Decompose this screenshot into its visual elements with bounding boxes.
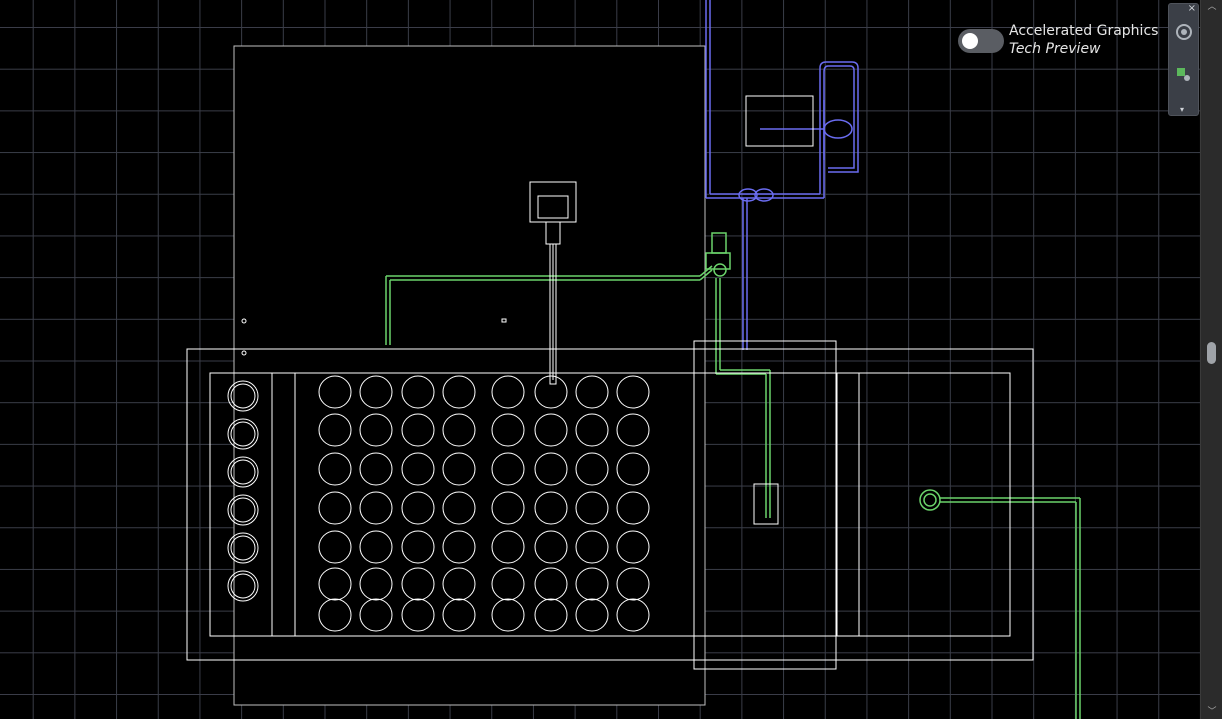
accelerated-graphics-control: Accelerated Graphics Tech Preview (958, 22, 1158, 58)
scroll-thumb[interactable] (1207, 341, 1216, 364)
blue-piping (705, 0, 859, 350)
toggle-title: Accelerated Graphics (1009, 23, 1159, 39)
navbar-close-button[interactable]: × (1188, 4, 1196, 14)
scroll-up-button[interactable]: ︿ (1206, 2, 1218, 12)
orbit-icon[interactable] (1174, 22, 1194, 42)
toggle-subtitle: Tech Preview (1009, 41, 1101, 57)
vertical-scrollbar[interactable]: ︿ ﹀ (1200, 0, 1222, 719)
navbar-menu-button[interactable]: ▾ (1180, 106, 1184, 114)
scroll-down-button[interactable]: ﹀ (1206, 707, 1218, 717)
cad-drawing[interactable] (0, 0, 1200, 719)
toggle-label: Accelerated Graphics Tech Preview (1009, 22, 1158, 58)
pan-icon[interactable] (1176, 67, 1192, 83)
equipment-outline (233, 45, 706, 706)
navigation-bar: × ▾ (1168, 3, 1199, 116)
accelerated-graphics-toggle[interactable] (958, 29, 1004, 53)
toggle-knob (962, 33, 978, 49)
drawing-viewport[interactable] (0, 0, 1200, 719)
blue-equipment-box (745, 95, 814, 147)
